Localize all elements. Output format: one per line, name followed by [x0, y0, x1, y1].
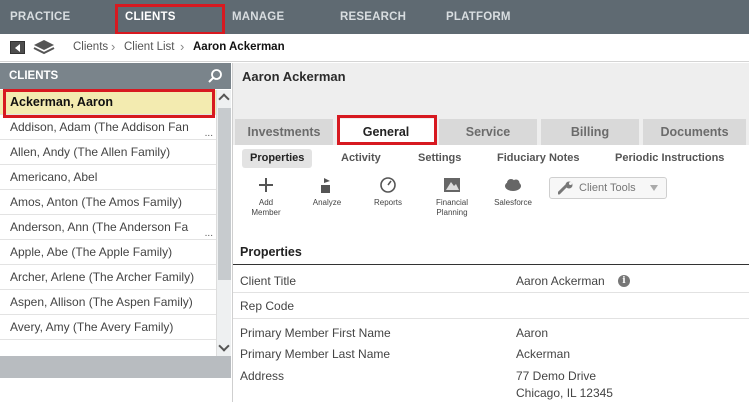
- overflow-ellipsis: ...: [204, 228, 213, 239]
- client-name: Addison, Adam (The Addison Fan: [10, 120, 189, 134]
- tool-label: Reports: [373, 198, 402, 207]
- client-list-scrollbar[interactable]: [216, 90, 231, 360]
- client-list-item[interactable]: Archer, Arlene (The Archer Family): [0, 265, 216, 290]
- tool-label: Add: [258, 198, 274, 207]
- breadcrumb-separator: ›: [111, 39, 116, 54]
- client-toolbar: Add Member Analyze Reports Financial Pla…: [233, 173, 749, 239]
- subtab-properties[interactable]: Properties: [242, 149, 313, 168]
- client-list-item[interactable]: Aspen, Allison (The Aspen Family): [0, 290, 216, 315]
- general-tab-highlight-box: [337, 115, 437, 145]
- nav-manage[interactable]: MANAGE: [232, 0, 284, 34]
- wrench-icon: [558, 181, 573, 195]
- cloud-icon: [505, 179, 521, 191]
- tab-service[interactable]: Service: [439, 119, 537, 145]
- client-header: Aaron Ackerman: [233, 63, 749, 116]
- breadcrumb-separator: ›: [180, 39, 185, 54]
- property-label: Client Title: [240, 274, 297, 288]
- subtab-settings[interactable]: Settings: [410, 149, 469, 168]
- salesforce-button[interactable]: Salesforce: [489, 175, 537, 208]
- client-list-item[interactable]: Allen, Andy (The Allen Family): [0, 140, 216, 165]
- tool-label: Financial: [435, 198, 468, 207]
- client-list-item[interactable]: Americano, Abel: [0, 165, 216, 190]
- client-list-item[interactable]: Amos, Anton (The Amos Family): [0, 190, 216, 215]
- section-divider: [233, 264, 749, 265]
- add-member-button[interactable]: Add Member: [241, 175, 291, 218]
- property-value: Aaron Ackerman: [516, 274, 605, 288]
- top-nav: PRACTICE CLIENTS MANAGE RESEARCH PLATFOR…: [0, 0, 749, 34]
- client-name: Anderson, Ann (The Anderson Fa: [10, 220, 189, 234]
- property-label: Primary Member First Name: [240, 326, 391, 340]
- client-tools-dropdown[interactable]: Client Tools: [549, 177, 667, 199]
- client-detail-panel: Aaron Ackerman Investments General Servi…: [232, 63, 749, 402]
- scroll-down-icon[interactable]: [218, 340, 230, 352]
- tab-investments[interactable]: Investments: [235, 119, 333, 145]
- property-value-line2: Chicago, IL 12345: [516, 386, 613, 400]
- client-list-item[interactable]: Addison, Adam (The Addison Fan ...: [0, 115, 216, 140]
- sidebar-footer: [0, 356, 231, 378]
- client-tabs: Investments General Service Billing Docu…: [233, 116, 749, 145]
- overflow-ellipsis: ...: [204, 128, 213, 139]
- sidebar-title: CLIENTS: [0, 63, 231, 89]
- nav-practice[interactable]: PRACTICE: [10, 0, 70, 34]
- nav-platform[interactable]: PLATFORM: [446, 0, 511, 34]
- mountain-icon: [444, 178, 460, 192]
- tab-documents[interactable]: Documents: [643, 119, 746, 145]
- search-icon[interactable]: [207, 68, 223, 84]
- info-icon[interactable]: i: [618, 275, 630, 287]
- clock-icon: [380, 177, 396, 193]
- client-list-item[interactable]: Apple, Abe (The Apple Family): [0, 240, 216, 265]
- sidebar-empty-area: [0, 378, 231, 402]
- plus-icon: [259, 178, 273, 192]
- property-value: 77 Demo Drive: [516, 369, 597, 383]
- breadcrumb-client-list[interactable]: Client List: [124, 34, 175, 61]
- nav-research[interactable]: RESEARCH: [340, 0, 406, 34]
- property-label: Rep Code: [240, 299, 295, 313]
- tool-label: Member: [251, 208, 281, 217]
- tool-label: Analyze: [312, 198, 342, 207]
- tool-label: Planning: [436, 208, 468, 217]
- property-value: Ackerman: [516, 347, 571, 361]
- properties-section-title: Properties: [240, 245, 302, 259]
- property-value: Aaron: [516, 326, 549, 340]
- general-subtabs: Properties Activity Settings Fiduciary N…: [233, 145, 749, 171]
- subtab-periodic-instructions[interactable]: Periodic Instructions: [607, 149, 732, 168]
- subtab-fiduciary-notes[interactable]: Fiduciary Notes: [489, 149, 588, 168]
- scrollbar-thumb[interactable]: [218, 108, 231, 280]
- analyze-icon: [321, 178, 330, 193]
- tab-billing[interactable]: Billing: [541, 119, 639, 145]
- subtab-activity[interactable]: Activity: [333, 149, 389, 168]
- layers-icon[interactable]: [33, 39, 55, 55]
- row-divider: [233, 292, 749, 293]
- client-list-item[interactable]: Avery, Amy (The Avery Family): [0, 315, 216, 340]
- scroll-up-icon[interactable]: [218, 93, 230, 105]
- collapse-panel-icon[interactable]: [10, 41, 25, 54]
- financial-planning-button[interactable]: Financial Planning: [426, 175, 478, 218]
- property-label: Primary Member Last Name: [240, 347, 391, 361]
- breadcrumb-current: Aaron Ackerman: [193, 41, 285, 53]
- client-list-item[interactable]: Anderson, Ann (The Anderson Fa ...: [0, 215, 216, 240]
- reports-button[interactable]: Reports: [365, 175, 411, 208]
- property-label: Address: [240, 369, 285, 383]
- client-tools-label: Client Tools: [579, 182, 636, 194]
- analyze-button[interactable]: Analyze: [304, 175, 350, 208]
- selected-client-highlight-box: [3, 89, 215, 118]
- clients-highlight-box: [115, 4, 225, 35]
- row-divider: [233, 318, 749, 319]
- tool-label: Salesforce: [494, 198, 532, 207]
- sidebar-title-label: CLIENTS: [9, 70, 59, 82]
- breadcrumb: Clients › Client List › Aaron Ackerman: [0, 34, 749, 62]
- client-name-title: Aaron Ackerman: [242, 69, 346, 84]
- breadcrumb-clients[interactable]: Clients: [73, 34, 108, 61]
- chevron-down-icon: [650, 185, 658, 191]
